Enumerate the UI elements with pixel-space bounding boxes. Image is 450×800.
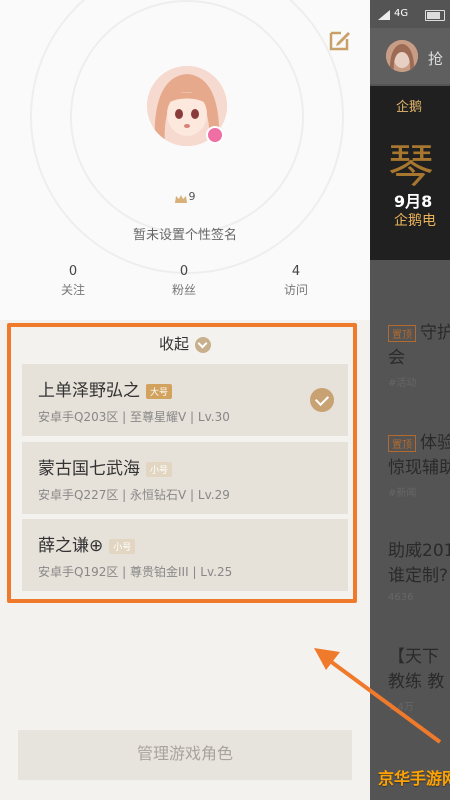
feed-title: 教练 教 <box>388 672 445 692</box>
feed-title-row: 置顶 体验 <box>388 428 450 453</box>
role-name: 蒙古国七武海 <box>38 459 140 479</box>
role-detail: 安卓手Q192区 | 尊贵铂金III | Lv.25 <box>38 565 233 579</box>
background-feed-panel: 抢 企鹅 琴 9月8 企鹅电 置顶 守护 会 #活动 置顶 体验 惊现辅助 #新闻 … <box>370 0 450 800</box>
network-type: 4G <box>394 8 409 19</box>
selected-check-icon <box>310 388 334 412</box>
banner-sub: 企鹅电 <box>394 213 436 229</box>
stat-value: 4 <box>291 264 301 279</box>
feed-meta: #活动 <box>388 378 417 389</box>
role-name-row: 薛之谦⊕ 小号 <box>38 531 136 556</box>
role-detail: 安卓手Q203区 | 至尊星耀V | Lv.30 <box>38 410 230 424</box>
pinned-tag: 置顶 <box>388 324 416 342</box>
feed-title: 谁定制? <box>388 566 449 586</box>
feed-item[interactable]: 助威201 谁定制? 4636 <box>388 536 450 603</box>
role-tag: 大号 <box>146 383 173 399</box>
role-card[interactable]: 蒙古国七武海 小号 安卓手Q227区 | 永恒钻石V | Lv.29 <box>22 442 348 514</box>
chevron-up-icon <box>195 336 211 353</box>
stat-label: 粉丝 <box>171 283 196 297</box>
feed-title-row: 置顶 守护 <box>388 318 450 343</box>
status-bar: 4G <box>370 0 450 28</box>
level-row: 9 <box>0 190 370 203</box>
feed-title: 体验 <box>420 433 450 453</box>
feed-meta: 1.4万 <box>388 702 414 713</box>
feed-title: 惊现辅助 <box>388 458 450 478</box>
feed-item[interactable]: 置顶 体验 惊现辅助 #新闻 <box>388 428 450 499</box>
banner-line-1: 企鹅 <box>396 100 423 115</box>
role-tag: 小号 <box>146 461 173 477</box>
role-card[interactable]: 薛之谦⊕ 小号 安卓手Q192区 | 尊贵铂金III | Lv.25 <box>22 519 348 591</box>
stat-value: 0 <box>68 264 78 279</box>
role-detail: 安卓手Q227区 | 永恒钻石V | Lv.29 <box>38 488 230 502</box>
profile-drawer: 9 暂未设置个性签名 0 关注 0 粉丝 4 访问 收起 上单泽野弘之 大号 安卓… <box>0 0 370 800</box>
event-banner[interactable]: 企鹅 琴 9月8 企鹅电 <box>370 86 450 260</box>
role-name-row: 蒙古国七武海 小号 <box>38 454 173 479</box>
stat-label: 关注 <box>60 283 85 297</box>
crown-icon <box>174 193 187 203</box>
gender-badge-icon <box>206 126 224 144</box>
collapse-toggle[interactable]: 收起 <box>0 333 370 354</box>
role-card[interactable]: 上单泽野弘之 大号 安卓手Q203区 | 至尊星耀V | Lv.30 <box>22 364 348 436</box>
feed-header-text: 抢 <box>428 50 444 68</box>
feed-item[interactable]: 【天下 教练 教 1.4万 <box>388 642 450 713</box>
manage-game-roles-button[interactable]: 管理游戏角色 <box>18 730 352 780</box>
battery-icon <box>425 10 445 21</box>
collapse-label: 收起 <box>158 335 189 353</box>
feed-meta: 4636 <box>388 592 414 603</box>
stat-visits[interactable]: 4 访问 <box>256 264 336 298</box>
role-tag: 小号 <box>109 538 136 554</box>
role-name: 薛之谦⊕ <box>38 536 104 556</box>
feed-title: 会 <box>388 348 405 368</box>
watermark: 京华手游网 <box>378 769 450 788</box>
banner-date: 9月8 <box>394 192 433 211</box>
level-value: 9 <box>188 190 196 203</box>
stat-fans[interactable]: 0 粉丝 <box>144 264 224 298</box>
profile-signature[interactable]: 暂未设置个性签名 <box>0 224 370 243</box>
role-name-row: 上单泽野弘之 大号 <box>38 376 173 401</box>
feed-item[interactable]: 置顶 守护 会 #活动 <box>388 318 450 389</box>
stat-label: 访问 <box>283 283 308 297</box>
stat-value: 0 <box>179 264 189 279</box>
feed-title: 【天下 <box>388 647 439 667</box>
pinned-tag: 置顶 <box>388 434 416 452</box>
feed-title: 守护 <box>420 323 450 343</box>
feed-meta: #新闻 <box>388 488 417 499</box>
banner-line-2: 琴 <box>388 139 434 193</box>
edit-profile-icon[interactable] <box>328 28 352 52</box>
stat-following[interactable]: 0 关注 <box>33 264 113 298</box>
feed-title: 助威201 <box>388 541 450 561</box>
feed-avatar[interactable] <box>386 40 418 72</box>
role-name: 上单泽野弘之 <box>38 381 140 401</box>
signal-icon <box>378 10 390 20</box>
